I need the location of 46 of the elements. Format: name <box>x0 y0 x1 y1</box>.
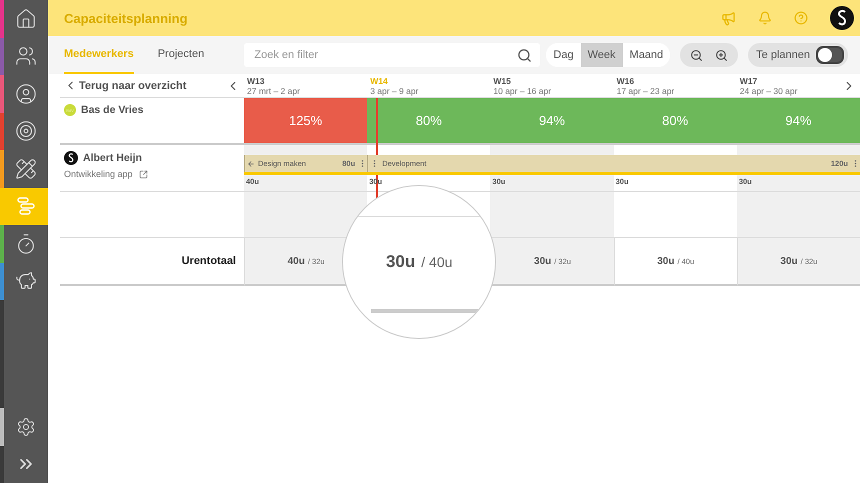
week-dates: 17 apr – 23 apr <box>616 86 674 96</box>
total-hours: 40u <box>288 256 305 266</box>
week-label: W17 <box>740 76 758 86</box>
week-label: W14 <box>370 76 388 86</box>
week-dates: 24 apr – 30 apr <box>740 86 798 96</box>
utilization-cell: 94% <box>490 98 614 145</box>
week-label: W16 <box>616 76 634 86</box>
logo-icon[interactable] <box>830 6 854 30</box>
sidebar-icon <box>15 8 37 30</box>
settings-icon <box>16 416 36 437</box>
external-link-icon <box>138 170 148 178</box>
zoom-out-button[interactable] <box>690 48 704 62</box>
sidebar-icon <box>15 82 37 105</box>
search-icon <box>517 48 532 62</box>
utilization-cell: 80% <box>367 98 490 145</box>
zoom-in-button[interactable] <box>715 48 728 62</box>
view-mode-button[interactable]: Week <box>580 43 623 67</box>
toggle-switch[interactable] <box>816 46 844 64</box>
week-label: W15 <box>493 76 511 86</box>
capacity: / 40u <box>421 254 452 270</box>
client-name: Albert Heijn <box>83 152 142 164</box>
utilization-cell: 125% <box>244 98 368 145</box>
tab[interactable]: Projecten <box>158 36 204 74</box>
total-hours: 30u <box>780 256 798 266</box>
page-title: Capaciteitsplanning <box>64 10 189 26</box>
week-dates: 27 mrt – 2 apr <box>247 86 300 96</box>
back-link[interactable]: Terug naar overzicht <box>64 79 186 92</box>
search-field[interactable]: Zoek en filter <box>244 43 540 67</box>
sidebar-icon <box>15 120 37 142</box>
week-label: W13 <box>247 76 264 86</box>
project-link[interactable]: Ontwikkeling app <box>64 169 148 179</box>
total-hours: 30u <box>657 256 674 266</box>
utilization-cell: 80% <box>614 98 737 145</box>
toggle-label: Te plannen <box>756 49 810 61</box>
sidebar-icon <box>15 158 37 180</box>
week-dates: 3 apr – 9 apr <box>370 86 418 96</box>
sidebar-icon <box>15 232 37 255</box>
total-hours: 30u <box>386 252 416 272</box>
utilization-cell: 94% <box>736 98 860 145</box>
client-logo-icon <box>64 151 78 165</box>
employee-name: Bas de Vries <box>81 104 144 116</box>
sidebar-icon <box>15 45 37 68</box>
left-arrow-icon <box>247 160 255 168</box>
planning-icon <box>15 195 37 218</box>
week-dates: 10 apr – 16 apr <box>493 86 552 96</box>
total-hours: 30u <box>534 256 552 266</box>
